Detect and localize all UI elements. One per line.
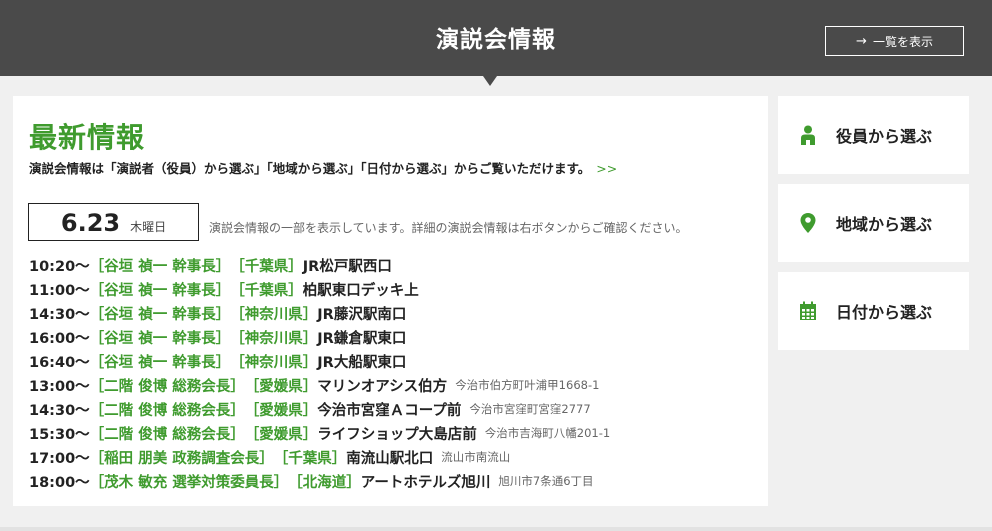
page-divider bbox=[0, 527, 992, 531]
page-header: 演説会情報 → 一覧を表示 bbox=[0, 0, 992, 76]
event-address: 今治市宮窪町宮窪2777 bbox=[469, 402, 591, 416]
list-item: 15:30〜 ［二階 俊博 総務会長］ ［愛媛県］ ライフショップ大島店前 今治市吉海町… bbox=[29, 421, 610, 445]
event-speaker[interactable]: ［谷垣 禎一 幹事長］ bbox=[90, 351, 231, 372]
event-place: JR藤沢駅南口 bbox=[317, 306, 407, 323]
date-box: 6.23 木曜日 bbox=[28, 203, 199, 241]
sidebar-item-label: 地域から選ぶ bbox=[836, 215, 933, 234]
person-icon bbox=[801, 125, 815, 145]
list-item: 11:00〜 ［谷垣 禎一 幹事長］ ［千葉県］ 柏駅東口デッキ上 bbox=[29, 277, 610, 301]
event-speaker[interactable]: ［谷垣 禎一 幹事長］ bbox=[90, 327, 231, 348]
event-prefecture[interactable]: ［神奈川県］ bbox=[230, 327, 317, 348]
event-speaker[interactable]: ［谷垣 禎一 幹事長］ bbox=[90, 279, 231, 300]
latest-info-description: 演説会情報は「演説者（役員）から選ぶ」「地域から選ぶ」「日付から選ぶ」からご覧い… bbox=[29, 158, 617, 177]
list-item: 16:40〜 ［谷垣 禎一 幹事長］ ［神奈川県］ JR大船駅東口 bbox=[29, 349, 610, 373]
event-address: 流山市南流山 bbox=[441, 450, 511, 464]
event-prefecture[interactable]: ［千葉県］ bbox=[230, 279, 303, 300]
event-place: 南流山駅北口 bbox=[346, 450, 434, 467]
list-item: 13:00〜 ［二階 俊博 総務会長］ ［愛媛県］ マリンオアシス伯方 今治市伯方町叶浦… bbox=[29, 373, 610, 397]
event-place: JR大船駅東口 bbox=[317, 354, 407, 371]
list-item: 14:30〜 ［谷垣 禎一 幹事長］ ［神奈川県］ JR藤沢駅南口 bbox=[29, 301, 610, 325]
event-prefecture[interactable]: ［愛媛県］ bbox=[245, 399, 318, 420]
description-more-link[interactable]: >> bbox=[596, 161, 617, 176]
event-time: 15:30〜 bbox=[29, 426, 90, 443]
list-item: 10:20〜 ［谷垣 禎一 幹事長］ ［千葉県］ JR松戸駅西口 bbox=[29, 253, 610, 277]
map-pin-icon bbox=[800, 213, 816, 233]
show-list-button[interactable]: → 一覧を表示 bbox=[825, 26, 964, 56]
event-place: アートホテルズ旭川 bbox=[360, 474, 491, 491]
event-time: 16:40〜 bbox=[29, 354, 90, 371]
event-time: 11:00〜 bbox=[29, 282, 90, 299]
list-item: 18:00〜 ［茂木 敏充 選挙対策委員長］ ［北海道］ アートホテルズ旭川 旭川市7条… bbox=[29, 469, 610, 493]
event-time: 17:00〜 bbox=[29, 450, 90, 467]
event-time: 14:30〜 bbox=[29, 402, 90, 419]
event-prefecture[interactable]: ［千葉県］ bbox=[274, 447, 347, 468]
event-speaker[interactable]: ［谷垣 禎一 幹事長］ bbox=[90, 303, 231, 324]
sidebar-item-by-officer[interactable]: 役員から選ぶ bbox=[778, 96, 969, 174]
calendar-icon bbox=[800, 301, 816, 320]
event-prefecture[interactable]: ［千葉県］ bbox=[230, 255, 303, 276]
event-time: 18:00〜 bbox=[29, 474, 90, 491]
event-address: 今治市伯方町叶浦甲1668-1 bbox=[455, 378, 600, 392]
event-place: ライフショップ大島店前 bbox=[317, 426, 477, 443]
description-text: 演説会情報は「演説者（役員）から選ぶ」「地域から選ぶ」「日付から選ぶ」からご覧い… bbox=[29, 161, 591, 176]
event-place: JR鎌倉駅東口 bbox=[317, 330, 407, 347]
event-prefecture[interactable]: ［愛媛県］ bbox=[245, 423, 318, 444]
header-pointer-notch bbox=[483, 76, 497, 86]
date-weekday: 木曜日 bbox=[130, 220, 167, 234]
event-time: 16:00〜 bbox=[29, 330, 90, 347]
event-prefecture[interactable]: ［愛媛県］ bbox=[245, 375, 318, 396]
list-item: 17:00〜 ［稲田 朋美 政務調査会長］ ［千葉県］ 南流山駅北口 流山市南流山 bbox=[29, 445, 610, 469]
event-speaker[interactable]: ［稲田 朋美 政務調査会長］ bbox=[90, 447, 274, 468]
event-place: マリンオアシス伯方 bbox=[317, 378, 448, 395]
event-prefecture[interactable]: ［北海道］ bbox=[288, 471, 361, 492]
event-speaker[interactable]: ［二階 俊博 総務会長］ bbox=[90, 399, 245, 420]
event-speaker[interactable]: ［二階 俊博 総務会長］ bbox=[90, 375, 245, 396]
event-time: 13:00〜 bbox=[29, 378, 90, 395]
latest-info-panel: 最新情報 演説会情報は「演説者（役員）から選ぶ」「地域から選ぶ」「日付から選ぶ」… bbox=[13, 96, 768, 506]
sidebar-item-label: 日付から選ぶ bbox=[836, 303, 933, 322]
event-place: JR松戸駅西口 bbox=[302, 258, 392, 275]
event-speaker[interactable]: ［二階 俊博 総務会長］ bbox=[90, 423, 245, 444]
event-prefecture[interactable]: ［神奈川県］ bbox=[230, 303, 317, 324]
show-list-label: 一覧を表示 bbox=[872, 34, 933, 49]
list-item: 14:30〜 ［二階 俊博 総務会長］ ［愛媛県］ 今治市宮窪Ａコープ前 今治市宮窪町宮… bbox=[29, 397, 610, 421]
arrow-right-icon: → bbox=[856, 33, 867, 49]
date-note: 演説会情報の一部を表示しています。詳細の演説会情報は右ボタンからご確認ください。 bbox=[209, 221, 688, 235]
latest-info-title: 最新情報 bbox=[29, 121, 146, 154]
event-speaker[interactable]: ［谷垣 禎一 幹事長］ bbox=[90, 255, 231, 276]
sidebar-item-label: 役員から選ぶ bbox=[836, 127, 933, 146]
date-number: 6.23 bbox=[60, 209, 121, 237]
event-address: 旭川市7条通6丁目 bbox=[498, 474, 594, 488]
list-item: 16:00〜 ［谷垣 禎一 幹事長］ ［神奈川県］ JR鎌倉駅東口 bbox=[29, 325, 610, 349]
sidebar-item-by-region[interactable]: 地域から選ぶ bbox=[778, 184, 969, 262]
event-prefecture[interactable]: ［神奈川県］ bbox=[230, 351, 317, 372]
event-time: 10:20〜 bbox=[29, 258, 90, 275]
event-list: 10:20〜 ［谷垣 禎一 幹事長］ ［千葉県］ JR松戸駅西口 11:00〜 ［谷垣 … bbox=[29, 253, 610, 493]
event-place: 今治市宮窪Ａコープ前 bbox=[317, 402, 462, 419]
event-speaker[interactable]: ［茂木 敏充 選挙対策委員長］ bbox=[90, 471, 289, 492]
event-place: 柏駅東口デッキ上 bbox=[302, 282, 419, 299]
sidebar-item-by-date[interactable]: 日付から選ぶ bbox=[778, 272, 969, 350]
event-address: 今治市吉海町八幡201-1 bbox=[484, 426, 611, 440]
event-time: 14:30〜 bbox=[29, 306, 90, 323]
